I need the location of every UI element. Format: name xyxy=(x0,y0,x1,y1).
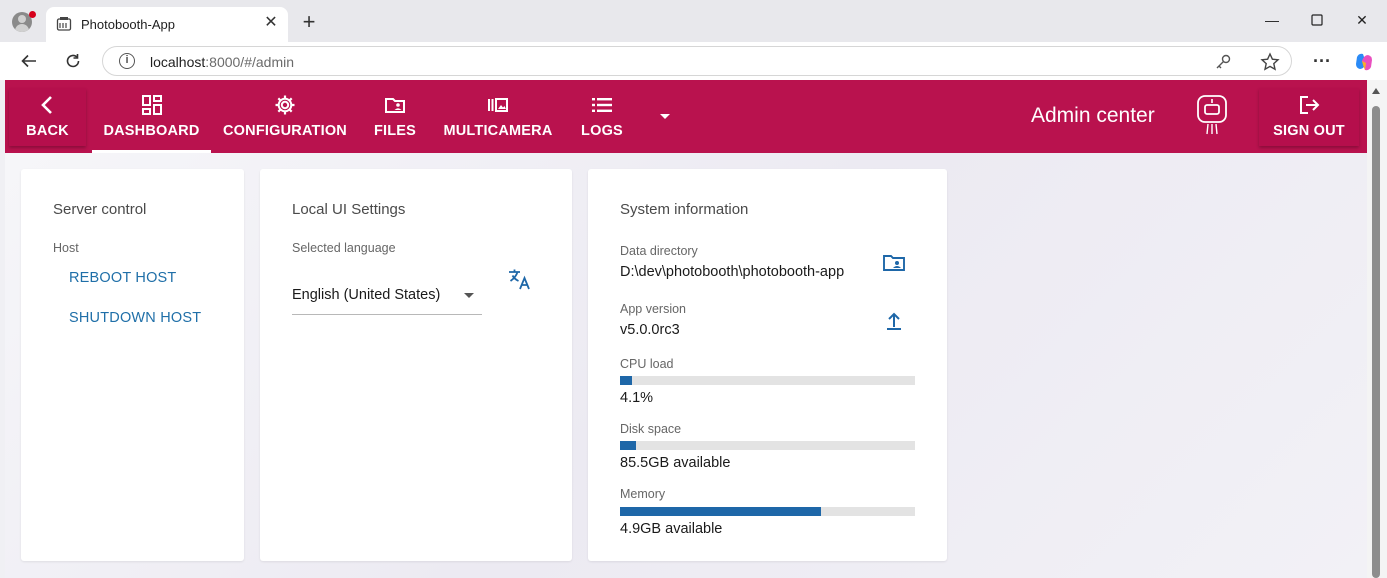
memory-fill xyxy=(620,507,821,516)
app-version-value: v5.0.0rc3 xyxy=(620,322,680,338)
system-information-title: System information xyxy=(620,201,749,218)
cpu-load-label: CPU load xyxy=(620,357,674,371)
tab-files-label: FILES xyxy=(373,123,417,139)
folder-icon xyxy=(385,98,405,113)
url-text: localhost:8000/#/admin xyxy=(150,54,294,70)
tab-logs[interactable]: LOGS xyxy=(573,88,631,146)
memory-label: Memory xyxy=(620,487,666,501)
dashboard-content: Server control Host REBOOT HOST SHUTDOWN… xyxy=(5,153,1367,578)
logout-icon xyxy=(1300,96,1320,114)
page-title: Admin center xyxy=(1031,104,1155,127)
gear-icon xyxy=(275,95,295,115)
data-directory-label: Data directory xyxy=(620,244,698,258)
shutdown-host-button[interactable]: SHUTDOWN HOST xyxy=(69,310,201,326)
multicamera-icon xyxy=(488,98,508,112)
scroll-thumb[interactable] xyxy=(1372,106,1380,578)
window-close-icon[interactable]: ✕ xyxy=(1352,10,1372,30)
disk-space-value: 85.5GB available xyxy=(620,455,731,471)
tab-logs-label: LOGS xyxy=(581,123,623,139)
cpu-load-fill xyxy=(620,376,633,385)
url-field[interactable]: i localhost:8000/#/admin xyxy=(102,46,1292,76)
notification-dot xyxy=(29,11,36,18)
language-select[interactable]: English (United States) xyxy=(292,277,482,315)
star-icon[interactable] xyxy=(1260,52,1280,72)
caret-down-icon xyxy=(464,293,474,298)
sign-out-label: SIGN OUT xyxy=(1273,123,1345,139)
host-label: Host xyxy=(53,241,79,255)
page-scrollbar[interactable] xyxy=(1367,80,1387,578)
tab-title: Photobooth-App xyxy=(81,17,175,32)
memory-bar xyxy=(620,507,915,516)
tab-multicamera-label: MULTICAMERA xyxy=(443,123,553,139)
browser-tab[interactable]: Photobooth-App ✕ xyxy=(46,7,288,42)
disk-space-fill xyxy=(620,441,637,450)
cpu-load-bar xyxy=(620,376,915,385)
cpu-load-value: 4.1% xyxy=(620,390,654,406)
browser-tab-bar: Photobooth-App ✕ + — ✕ xyxy=(0,0,1387,42)
app-version-label: App version xyxy=(620,302,687,316)
language-label: Selected language xyxy=(292,241,396,255)
tab-configuration-label: CONFIGURATION xyxy=(223,123,347,139)
local-ui-settings-title: Local UI Settings xyxy=(292,201,406,218)
tab-multicamera[interactable]: MULTICAMERA xyxy=(438,88,558,146)
local-ui-settings-card: Local UI Settings Selected language Engl… xyxy=(260,169,572,561)
list-icon xyxy=(592,98,612,112)
language-select-value: English (United States) xyxy=(292,287,441,303)
chevron-left-icon xyxy=(40,96,52,114)
key-icon[interactable] xyxy=(1214,53,1232,71)
reboot-host-button[interactable]: REBOOT HOST xyxy=(69,270,176,286)
plus-icon[interactable]: + xyxy=(299,11,319,33)
copilot-icon[interactable] xyxy=(1353,51,1375,73)
back-label: BACK xyxy=(26,123,69,139)
minimize-icon[interactable]: — xyxy=(1262,10,1282,30)
sign-out-button[interactable]: SIGN OUT xyxy=(1259,88,1359,146)
translate-icon[interactable] xyxy=(507,267,531,291)
address-bar: i localhost:8000/#/admin ··· xyxy=(0,42,1387,80)
info-icon[interactable]: i xyxy=(119,53,135,69)
more-tabs-caret-icon[interactable] xyxy=(660,114,670,119)
data-directory-value: D:\dev\photobooth\photobooth-app xyxy=(620,264,845,280)
server-control-title: Server control xyxy=(53,201,147,218)
tab-dashboard-label: DASHBOARD xyxy=(103,123,200,139)
favicon-icon xyxy=(56,17,72,31)
tab-configuration[interactable]: CONFIGURATION xyxy=(218,88,352,146)
close-icon[interactable]: ✕ xyxy=(262,14,280,32)
scroll-up-icon[interactable] xyxy=(1372,88,1380,94)
tab-dashboard[interactable]: DASHBOARD xyxy=(92,88,211,146)
kiosk-icon[interactable] xyxy=(1196,94,1228,136)
upload-icon[interactable] xyxy=(882,309,906,333)
dashboard-icon xyxy=(141,95,162,115)
maximize-icon[interactable] xyxy=(1307,10,1327,30)
app-header: BACK DASHBOARD CONFIGURATION FILES MULTI… xyxy=(5,80,1367,153)
tab-files[interactable]: FILES xyxy=(362,88,428,146)
disk-space-label: Disk space xyxy=(620,422,682,436)
reload-icon[interactable] xyxy=(62,50,84,72)
folder-account-icon[interactable] xyxy=(882,251,906,275)
back-arrow-icon[interactable] xyxy=(18,50,40,72)
system-information-card: System information Data directory D:\dev… xyxy=(588,169,947,561)
server-control-card: Server control Host REBOOT HOST SHUTDOWN… xyxy=(21,169,244,561)
disk-space-bar xyxy=(620,441,915,450)
memory-value: 4.9GB available xyxy=(620,521,723,537)
more-icon[interactable]: ··· xyxy=(1311,50,1333,72)
back-button[interactable]: BACK xyxy=(9,88,86,146)
